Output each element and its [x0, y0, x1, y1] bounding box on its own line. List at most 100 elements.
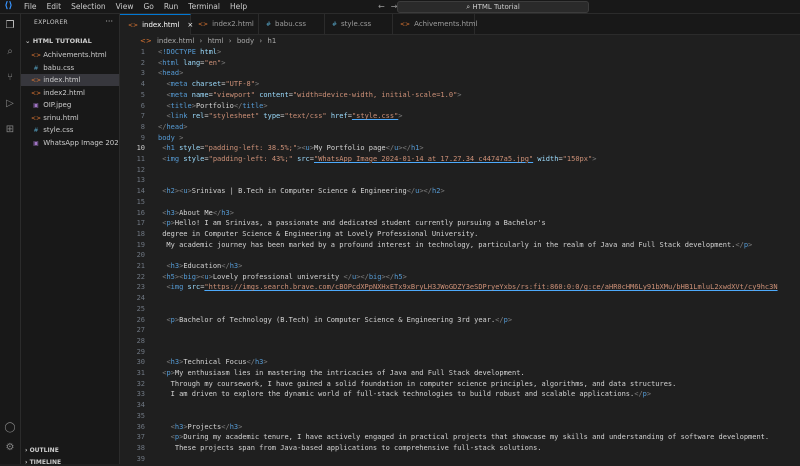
code-line: 39 — [120, 454, 800, 464]
code-line: 33 I am driven to explore the dynamic wo… — [120, 389, 800, 399]
file-name: style.css — [41, 126, 74, 134]
line-number: 8 — [140, 122, 145, 131]
explorer-icon[interactable]: ❐ — [4, 20, 16, 32]
editor-tab[interactable]: <> Achivements.html — [392, 14, 478, 34]
file-item[interactable]: <> index.html — [21, 74, 119, 86]
code-line: 18 degree in Computer Science & Engineer… — [120, 229, 800, 239]
more-actions-icon[interactable]: ··· — [105, 17, 113, 26]
code-editor[interactable]: 1 <!DOCTYPE html> 2 <html lang="en"> 3 <head>… — [120, 47, 800, 464]
code-text: <h3>Education</h3> — [166, 262, 243, 270]
tab-file-icon: # — [266, 21, 272, 28]
code-line: 26 <p>Bachelor of Technology (B.Tech) in… — [120, 315, 800, 325]
file-item[interactable]: ▣ OIP.jpeg — [21, 99, 119, 111]
file-name: srinu.html — [41, 113, 79, 122]
source-control-icon[interactable]: ⑂ — [4, 72, 16, 84]
editor-tab[interactable]: # style.css — [324, 14, 393, 34]
extensions-icon[interactable]: ⊞ — [4, 124, 16, 136]
line-number: 33 — [136, 390, 145, 399]
menu-bar: File Edit Selection View Go Run Terminal… — [19, 0, 252, 13]
html-file-icon: <> — [140, 37, 152, 45]
line-number: 30 — [136, 358, 145, 367]
file-type-icon: # — [33, 127, 39, 134]
editor-tab[interactable]: <> index2.html — [190, 14, 259, 34]
file-type-icon: ▣ — [33, 102, 39, 109]
code-line: 5 <meta name="viewport" content="width=d… — [120, 90, 800, 100]
editor-tab[interactable]: # babu.css — [258, 14, 325, 34]
tab-file-icon: <> — [198, 21, 209, 28]
code-line: 9 body > — [120, 133, 800, 143]
search-view-icon[interactable]: ⌕ — [4, 46, 16, 58]
line-number: 35 — [136, 411, 145, 420]
code-line: 13 — [120, 175, 800, 185]
code-text: <p>Bachelor of Technology (B.Tech) in Co… — [166, 315, 513, 324]
breadcrumb-h1[interactable]: h1 — [267, 37, 276, 45]
breadcrumb: <> index.html › html › body › h1 — [120, 35, 800, 47]
code-line: 32 Through my coursework, I have gained … — [120, 379, 800, 389]
line-number: 13 — [136, 176, 145, 185]
code-line: 6 <title>Portfolio</title> — [120, 101, 800, 111]
line-number: 15 — [136, 197, 145, 206]
breadcrumb-file[interactable]: index.html — [157, 37, 194, 45]
menu-file[interactable]: File — [19, 0, 42, 13]
breadcrumb-html[interactable]: html — [208, 37, 224, 45]
line-number: 1 — [140, 48, 145, 56]
file-item[interactable]: # style.css — [21, 124, 119, 136]
menu-edit[interactable]: Edit — [42, 0, 67, 13]
menu-selection[interactable]: Selection — [66, 0, 111, 13]
code-line: 11 <img style="padding-left: 43%;" src="… — [120, 154, 800, 164]
code-text: These projects span from Java-based appl… — [158, 443, 542, 452]
vscode-logo-icon: ⟨⟩ — [4, 1, 13, 11]
code-text: <h3>Projects</h3> — [170, 422, 243, 431]
menu-terminal[interactable]: Terminal — [183, 0, 225, 13]
code-line: 7 <link rel="stylesheet" type="text/css"… — [120, 111, 800, 121]
file-type-icon: # — [33, 64, 39, 72]
run-debug-icon[interactable]: ▷ — [4, 98, 16, 110]
code-line: 14 <h2><u>Srinivas | B.Tech in Computer … — [120, 186, 800, 196]
menu-go[interactable]: Go — [138, 0, 158, 13]
line-number: 7 — [140, 112, 145, 121]
command-center-search[interactable]: ⌕ HTML Tutorial — [397, 1, 589, 13]
breadcrumb-body[interactable]: body — [237, 37, 254, 45]
code-line: 3 <head> — [120, 68, 800, 78]
explorer-sidebar: EXPLORER ··· ⌄ HTML TUTORIAL <> Achiveme… — [21, 14, 120, 466]
file-name: WhatsApp Image 202... — [41, 138, 119, 147]
file-item[interactable]: ▣ WhatsApp Image 202... — [21, 137, 119, 149]
line-number: 9 — [140, 133, 145, 142]
line-number: 31 — [136, 369, 145, 377]
code-line: 24 — [120, 293, 800, 303]
code-text: degree in Computer Science & Engineering… — [158, 229, 479, 238]
code-text: <link rel="stylesheet" type="text/css" h… — [166, 112, 403, 121]
editor-tab[interactable]: <> index.html × — [120, 14, 193, 35]
line-number: 38 — [136, 443, 145, 452]
file-item[interactable]: <> srinu.html — [21, 112, 119, 124]
workspace-folder[interactable]: ⌄ HTML TUTORIAL — [25, 37, 92, 45]
line-number: 18 — [136, 229, 145, 238]
code-line: 22 <h5><big><u>Lovely professional unive… — [120, 272, 800, 282]
menu-view[interactable]: View — [111, 0, 139, 13]
code-line: 1 <!DOCTYPE html> — [120, 47, 800, 57]
file-item[interactable]: # babu.css — [21, 62, 119, 74]
line-number: 12 — [136, 165, 145, 174]
file-item[interactable]: <> Achivements.html — [21, 49, 119, 61]
line-number: 39 — [136, 454, 145, 463]
menu-run[interactable]: Run — [159, 0, 183, 13]
account-icon[interactable]: ◯ — [4, 422, 16, 434]
line-number: 26 — [136, 315, 145, 324]
outline-section[interactable]: › OUTLINE — [25, 447, 59, 454]
code-text: <!DOCTYPE html> — [158, 48, 222, 56]
settings-gear-icon[interactable]: ⚙ — [4, 442, 16, 454]
code-line: 4 <meta charset="UTF-8"> — [120, 79, 800, 89]
code-line: 36 <h3>Projects</h3> — [120, 422, 800, 432]
file-item[interactable]: <> index2.html — [21, 87, 119, 99]
code-line: 28 — [120, 336, 800, 346]
title-bar: ⟨⟩ File Edit Selection View Go Run Termi… — [0, 0, 800, 14]
line-number: 27 — [136, 326, 145, 335]
line-number: 16 — [136, 208, 145, 217]
code-line: 2 <html lang="en"> — [120, 58, 800, 68]
tab-label: Achivements.html — [414, 20, 478, 28]
line-number: 2 — [140, 58, 145, 67]
code-line: 34 — [120, 400, 800, 410]
menu-help[interactable]: Help — [225, 0, 252, 13]
line-number: 10 — [136, 144, 145, 153]
timeline-section[interactable]: › TIMELINE — [25, 459, 61, 466]
